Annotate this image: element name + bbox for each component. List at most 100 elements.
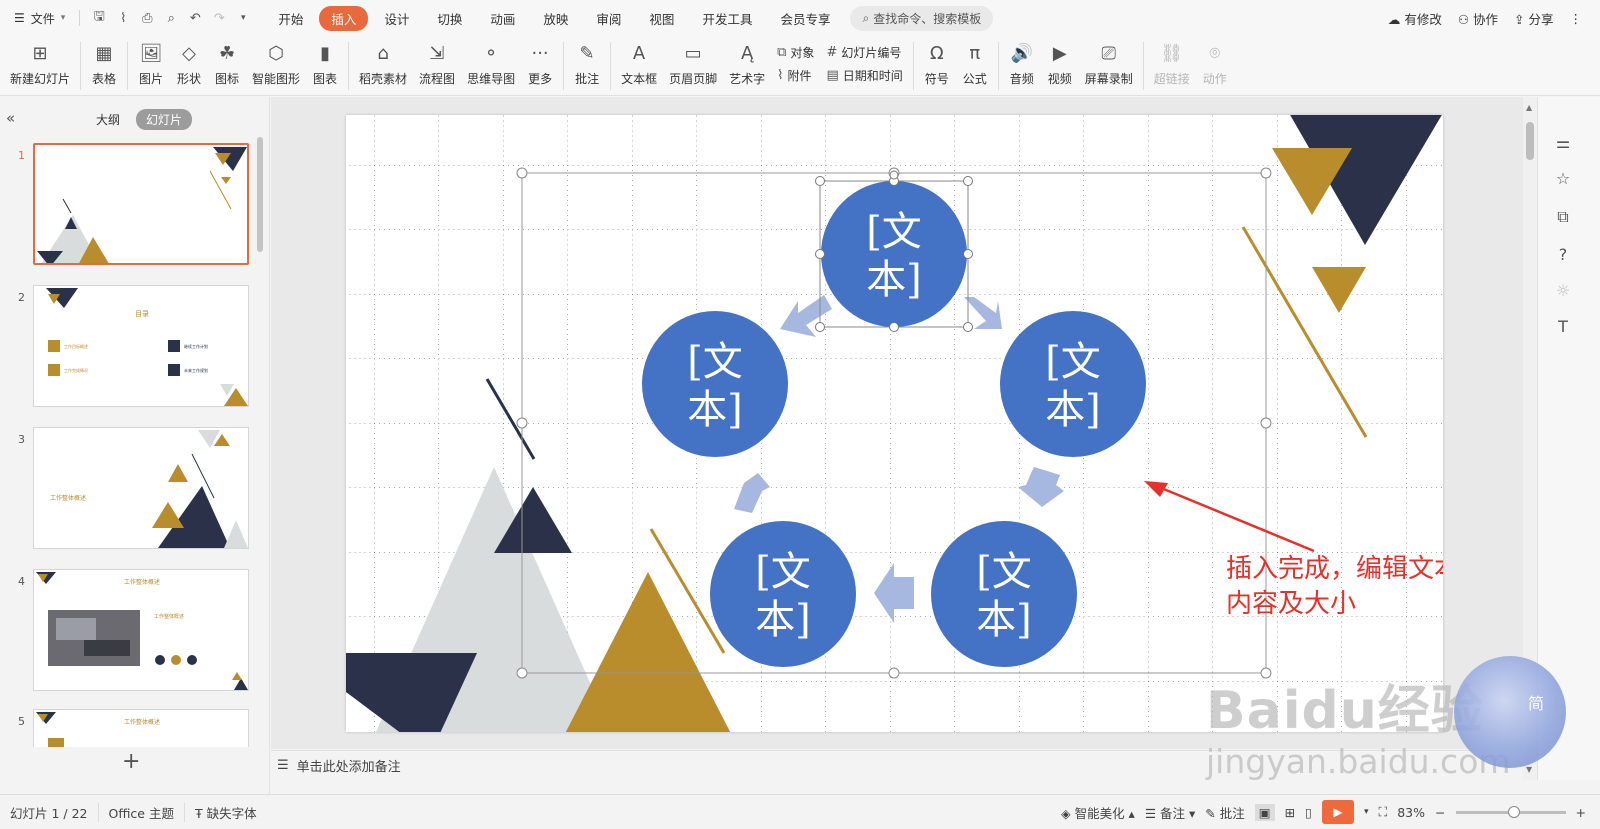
- slide-thumbnail-2[interactable]: 目录 工作目标概述 工作完成情况 继续工作计划 未来工作规划: [33, 285, 249, 407]
- video-button[interactable]: ▶ 视频: [1041, 40, 1079, 94]
- missing-font-button[interactable]: Ŧ 缺失字体: [185, 803, 267, 822]
- symbol-button[interactable]: Ω 符号: [918, 40, 956, 94]
- tab-animation[interactable]: 动画: [478, 6, 527, 31]
- file-menu[interactable]: ☰ 文件 ▾: [0, 10, 75, 27]
- resize-handle[interactable]: [516, 417, 528, 429]
- tab-insert[interactable]: 插入: [319, 5, 369, 31]
- icon-button[interactable]: ☘ 图标: [208, 40, 246, 94]
- normal-view-icon[interactable]: ▣: [1254, 803, 1275, 821]
- audio-button[interactable]: 🔊 音频: [1003, 40, 1041, 94]
- panel-scrollbar[interactable]: [257, 137, 263, 252]
- cycle-node-top[interactable]: [文 本]: [821, 181, 967, 327]
- comments-toggle-button[interactable]: ✎ 批注: [1205, 803, 1244, 822]
- tab-slideshow[interactable]: 放映: [531, 6, 580, 31]
- slides-tab[interactable]: 幻灯片: [136, 109, 193, 130]
- lightbulb-icon[interactable]: ☼: [1552, 281, 1574, 300]
- zoom-in-icon[interactable]: +: [1576, 805, 1586, 820]
- resize-handle[interactable]: [963, 249, 973, 259]
- comment-button[interactable]: ✎ 批注: [568, 40, 606, 94]
- slide-thumbnail-4[interactable]: 工作整体概述 工作整体概述: [33, 569, 249, 691]
- slide-sorter-icon[interactable]: ⊞: [1285, 805, 1295, 820]
- new-slide-button[interactable]: ⊞ 新建幻灯片: [0, 40, 76, 94]
- wordart-button[interactable]: Ą 艺术字: [723, 40, 771, 94]
- material-button[interactable]: ⌂ 稻壳素材: [353, 40, 413, 94]
- format-painter-icon[interactable]: ⌇: [114, 11, 132, 26]
- customize-chevron-icon[interactable]: ▾: [234, 13, 252, 23]
- current-slide[interactable]: [文 本] [文 本] [文 本] [文 本] [文 本] 插入完成，编辑文本 …: [346, 115, 1443, 732]
- collab-button[interactable]: ⚇ 协作: [1458, 9, 1498, 28]
- play-options-chevron-icon[interactable]: ▾: [1364, 807, 1369, 817]
- cycle-node-bottom-left[interactable]: [文 本]: [710, 521, 856, 667]
- share-button[interactable]: ⇪ 分享: [1514, 9, 1553, 28]
- help-icon[interactable]: ?: [1552, 245, 1574, 264]
- datetime-button[interactable]: ▤ 日期和时间: [826, 67, 902, 84]
- mindmap-button[interactable]: ⚬ 思维导图: [461, 40, 521, 94]
- print-icon[interactable]: ⎙: [138, 11, 156, 26]
- command-search[interactable]: ⌕ 查找命令、搜索模板: [850, 5, 994, 31]
- resize-handle[interactable]: [815, 322, 825, 332]
- shape-button[interactable]: ◇ 形状: [170, 40, 208, 94]
- rotate-handle[interactable]: [889, 170, 899, 180]
- slide-number-button[interactable]: # 幻灯片编号: [826, 44, 902, 61]
- resize-handle[interactable]: [516, 167, 528, 179]
- cloud-modified-button[interactable]: ☁ 有修改: [1388, 9, 1442, 28]
- resize-handle[interactable]: [1260, 167, 1272, 179]
- table-button[interactable]: ▦ 表格: [85, 40, 123, 94]
- attachment-button[interactable]: ⌇ 附件: [777, 67, 814, 84]
- object-button[interactable]: ⧉ 对象: [777, 44, 814, 61]
- outline-tab[interactable]: 大纲: [86, 109, 130, 130]
- collapse-panel-icon[interactable]: «: [6, 109, 15, 127]
- zoom-slider-knob[interactable]: [1507, 805, 1520, 818]
- tab-developer[interactable]: 开发工具: [690, 6, 764, 31]
- tab-design[interactable]: 设计: [372, 6, 421, 31]
- transition-icon[interactable]: ⧉: [1552, 207, 1574, 227]
- slide-thumbnail-1[interactable]: [33, 143, 249, 265]
- scrollbar-thumb[interactable]: [1526, 122, 1534, 160]
- chart-button[interactable]: ▮ 图表: [306, 40, 344, 94]
- more-button[interactable]: ··· 更多: [521, 40, 559, 94]
- action-button[interactable]: ⌾ 动作: [1196, 40, 1234, 94]
- resize-handle[interactable]: [963, 176, 973, 186]
- smartart-button[interactable]: ⬡ 智能图形: [246, 40, 306, 94]
- resize-handle[interactable]: [1260, 417, 1272, 429]
- reading-view-icon[interactable]: ▯: [1305, 805, 1312, 820]
- cycle-node-bottom-right[interactable]: [文 本]: [931, 521, 1077, 667]
- slide-thumbnail-3[interactable]: 工作整体概述: [33, 427, 249, 549]
- undo-icon[interactable]: ↶: [186, 11, 204, 26]
- fit-window-icon[interactable]: ⛶: [1378, 804, 1387, 820]
- flowchart-button[interactable]: ⇲ 流程图: [413, 40, 461, 94]
- hyperlink-button[interactable]: ⛓ 超链接: [1148, 40, 1196, 94]
- resize-handle[interactable]: [815, 176, 825, 186]
- properties-icon[interactable]: ⚌: [1552, 133, 1574, 152]
- header-footer-button[interactable]: ▭ 页眉页脚: [663, 40, 723, 94]
- more-vertical-icon[interactable]: ⋮: [1570, 11, 1583, 26]
- picture-button[interactable]: 🖼 图片: [132, 40, 170, 94]
- save-icon[interactable]: 🖫: [90, 7, 108, 29]
- zoom-slider[interactable]: [1455, 805, 1566, 818]
- screen-record-button[interactable]: ⎚ 屏幕录制: [1079, 40, 1139, 94]
- scroll-up-icon[interactable]: ▲: [1526, 103, 1532, 112]
- tab-view[interactable]: 视图: [637, 6, 686, 31]
- print-preview-icon[interactable]: ⌕: [162, 11, 180, 26]
- resize-handle[interactable]: [889, 322, 899, 332]
- resize-handle[interactable]: [963, 322, 973, 332]
- resize-handle[interactable]: [516, 667, 528, 679]
- theme-name[interactable]: Office 主题: [99, 802, 185, 822]
- tab-review[interactable]: 审阅: [584, 6, 633, 31]
- scroll-down-icon[interactable]: ▼: [1526, 765, 1532, 774]
- smart-beautify-button[interactable]: ◈ 智能美化 ▴: [1061, 803, 1135, 822]
- cycle-node-right[interactable]: [文 本]: [1000, 311, 1146, 457]
- zoom-level[interactable]: 83%: [1397, 805, 1425, 820]
- cycle-node-left[interactable]: [文 本]: [642, 311, 788, 457]
- tab-transition[interactable]: 切换: [425, 6, 474, 31]
- slide-thumbnail-5[interactable]: 工作整体概述: [33, 709, 249, 747]
- tab-home[interactable]: 开始: [266, 6, 315, 31]
- text-tool-icon[interactable]: T: [1552, 317, 1574, 336]
- animation-star-icon[interactable]: ☆: [1552, 169, 1574, 188]
- formula-button[interactable]: π 公式: [956, 40, 994, 94]
- zoom-out-icon[interactable]: −: [1435, 805, 1445, 820]
- notes-toggle-button[interactable]: ☰ 备注 ▾: [1145, 803, 1195, 822]
- resize-handle[interactable]: [815, 249, 825, 259]
- textbox-button[interactable]: A 文本框: [615, 40, 663, 94]
- add-slide-icon[interactable]: +: [122, 749, 140, 774]
